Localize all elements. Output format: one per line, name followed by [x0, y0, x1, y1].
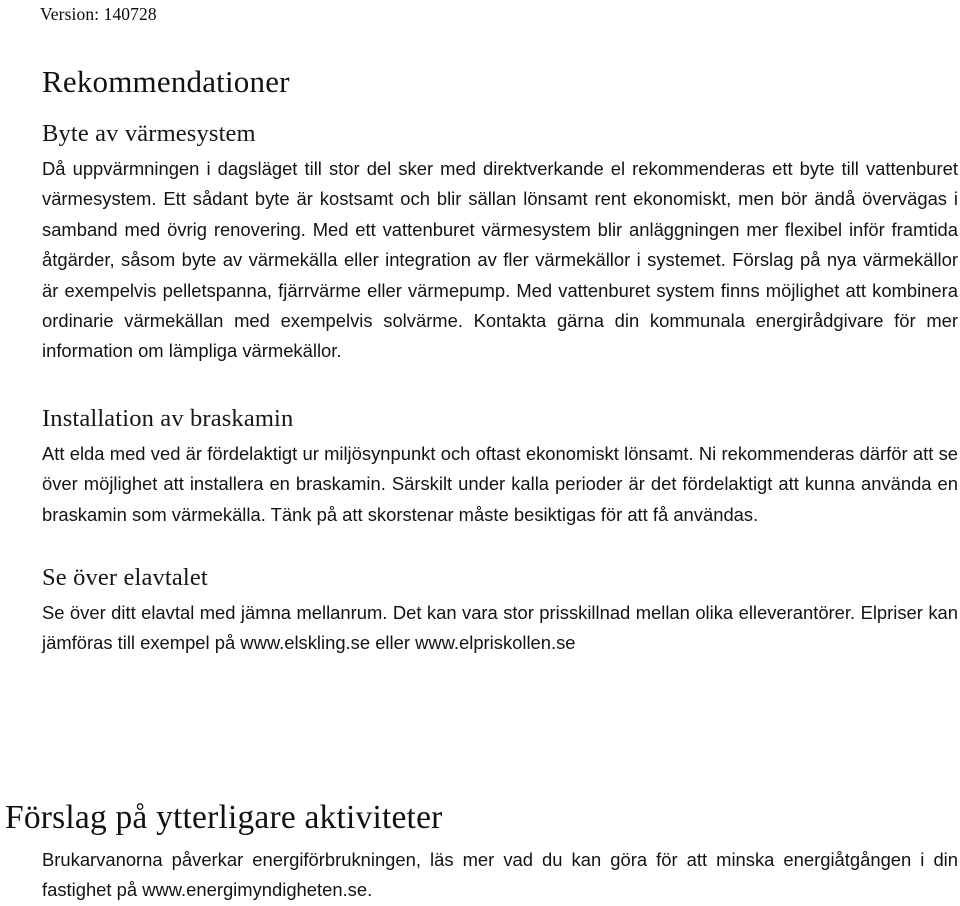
- page-title: Rekommendationer: [42, 64, 290, 99]
- section-byte-av-varmesystem: Byte av värmesystem Då uppvärmningen i d…: [42, 118, 958, 367]
- section-heading-installation-av-braskamin: Installation av braskamin: [42, 404, 294, 432]
- section-body-byte-av-varmesystem: Då uppvärmningen i dagsläget till stor d…: [42, 158, 958, 362]
- document-page: Version: 140728 Rekommendationer Byte av…: [0, 0, 960, 902]
- section-heading-byte-av-varmesystem: Byte av värmesystem: [42, 120, 256, 147]
- document-version-label: Version: 140728: [40, 4, 157, 24]
- section-heading-se-over-elavtalet: Se över elavtalet: [42, 564, 208, 592]
- section-heading-forslag-pa-ytterligare-aktiviteter: Förslag på ytterligare aktiviteter: [5, 799, 443, 836]
- section-se-over-elavtalet: Se över elavtalet Se över ditt elavtal m…: [42, 562, 958, 659]
- section-installation-av-braskamin: Installation av braskamin Att elda med v…: [42, 403, 958, 530]
- section-body-se-over-elavtalet: Se över ditt elavtal med jämna mellanrum…: [42, 602, 958, 654]
- section-body-forslag-pa-ytterligare-aktiviteter: Brukarvanorna påverkar energiförbrukning…: [42, 849, 958, 901]
- section-body-installation-av-braskamin: Att elda med ved är fördelaktigt ur milj…: [42, 442, 958, 525]
- document-content: Rekommendationer Byte av värmesystem Då …: [42, 62, 958, 659]
